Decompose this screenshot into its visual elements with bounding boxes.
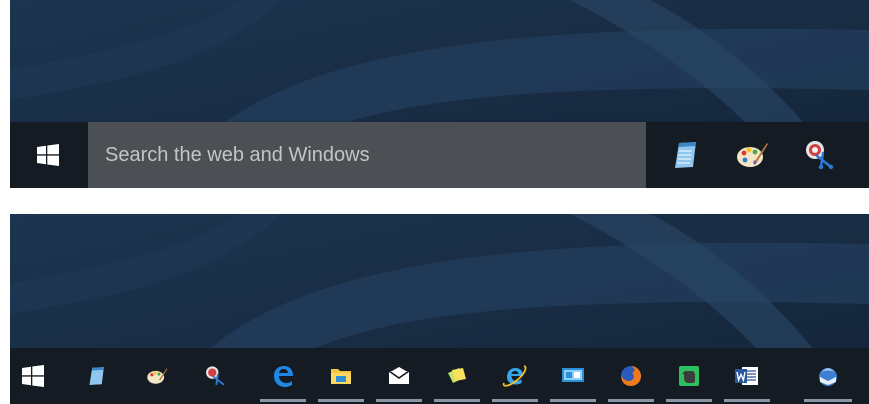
taskbar-item-snipping-tool[interactable] <box>192 348 238 404</box>
snipping-tool-icon <box>204 365 226 387</box>
taskbar-item-remote-desktop[interactable] <box>544 348 602 404</box>
taskbar-item-evernote[interactable] <box>660 348 718 404</box>
word-icon <box>735 365 759 387</box>
desktop-panel-pinned <box>10 214 869 404</box>
paint-icon <box>146 365 168 387</box>
taskbar: Search the web and Windows <box>10 122 869 188</box>
search-input[interactable]: Search the web and Windows <box>88 122 646 188</box>
thunderbird-icon <box>816 364 840 388</box>
notepad-icon <box>86 365 108 387</box>
running-indicator <box>724 399 770 402</box>
running-indicator <box>260 399 306 402</box>
edge-icon <box>271 364 295 388</box>
taskbar-item-sticky-notes[interactable] <box>428 348 486 404</box>
start-button[interactable] <box>10 348 56 404</box>
running-indicator <box>550 399 596 402</box>
taskbar-item-edge[interactable] <box>254 348 312 404</box>
desktop-panel-search: Search the web and Windows <box>10 0 869 188</box>
mail-icon <box>388 367 410 385</box>
evernote-icon <box>678 365 700 387</box>
running-indicator <box>376 399 422 402</box>
remote-desktop-icon <box>561 366 585 386</box>
search-placeholder: Search the web and Windows <box>105 143 370 166</box>
running-indicator <box>492 399 538 402</box>
taskbar-item-notepad[interactable] <box>656 122 716 188</box>
running-indicator <box>666 399 712 402</box>
taskbar-item-mail[interactable] <box>370 348 428 404</box>
running-indicator <box>318 399 364 402</box>
taskbar-item-file-explorer[interactable] <box>312 348 370 404</box>
taskbar-item-snipping-tool[interactable] <box>789 122 849 188</box>
taskbar-item-thunderbird[interactable] <box>798 348 858 404</box>
sticky-notes-icon <box>445 365 469 387</box>
running-indicator <box>804 399 852 402</box>
notepad-icon <box>670 139 702 171</box>
taskbar-item-paint[interactable] <box>134 348 180 404</box>
windows-logo-icon <box>22 365 44 387</box>
taskbar-item-firefox[interactable] <box>602 348 660 404</box>
taskbar-item-internet-explorer[interactable] <box>486 348 544 404</box>
taskbar-item-paint[interactable] <box>722 122 782 188</box>
file-explorer-icon <box>330 365 352 387</box>
taskbar <box>10 348 869 404</box>
paint-icon <box>735 139 769 171</box>
running-indicator <box>608 399 654 402</box>
windows-logo-icon <box>37 144 59 166</box>
firefox-icon <box>619 364 643 388</box>
snipping-tool-icon <box>803 139 835 171</box>
taskbar-item-notepad[interactable] <box>74 348 120 404</box>
internet-explorer-icon <box>502 363 528 389</box>
taskbar-item-word[interactable] <box>718 348 776 404</box>
start-button[interactable] <box>10 122 86 188</box>
running-indicator <box>434 399 480 402</box>
